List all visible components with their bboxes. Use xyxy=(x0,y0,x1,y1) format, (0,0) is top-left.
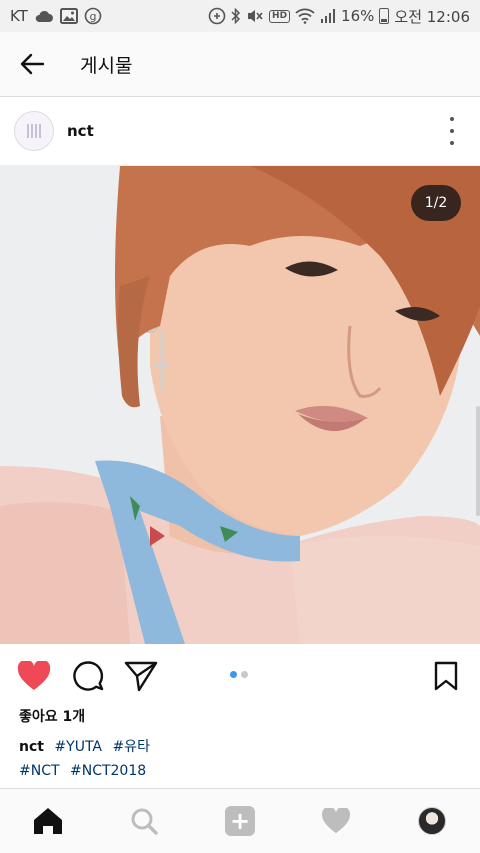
heart-icon xyxy=(321,808,351,834)
app-bar: 게시물 xyxy=(0,32,480,97)
comment-button[interactable] xyxy=(71,659,105,693)
post-username[interactable]: nct xyxy=(67,122,94,140)
scrollbar[interactable] xyxy=(476,406,480,516)
nav-home[interactable] xyxy=(24,797,72,845)
share-button[interactable] xyxy=(124,659,158,693)
gallery-icon xyxy=(59,8,78,24)
caption-line-1: nct #YUTA #유타 xyxy=(19,736,156,756)
hashtag-link[interactable]: #NCT xyxy=(19,763,60,779)
comment-icon xyxy=(73,661,104,691)
caption-line-2: #NCT #NCT2018 xyxy=(19,763,152,779)
nav-search[interactable] xyxy=(120,797,168,845)
page-indicator: 1/2 xyxy=(411,185,461,221)
svg-text:g: g xyxy=(89,10,96,23)
back-arrow-icon xyxy=(20,53,45,75)
add-icon: + xyxy=(225,806,255,836)
sync-icon xyxy=(208,7,226,25)
carrier-label: KT xyxy=(10,7,28,25)
likes-count[interactable]: 좋아요 1개 xyxy=(19,706,85,726)
post-photo[interactable]: 1/2 xyxy=(0,166,480,644)
bluetooth-icon xyxy=(231,8,241,24)
profile-avatar xyxy=(418,807,446,835)
heart-filled-icon xyxy=(17,661,51,690)
page-title: 게시물 xyxy=(80,54,133,77)
post-header: nct xyxy=(0,97,480,166)
bottom-nav: + xyxy=(0,788,480,853)
save-button[interactable] xyxy=(429,659,463,693)
nav-add[interactable]: + xyxy=(216,797,264,845)
cloud-icon xyxy=(34,9,54,23)
hashtag-link[interactable]: #YUTA xyxy=(54,739,102,755)
portrait-image xyxy=(0,166,480,644)
search-icon xyxy=(131,808,158,835)
send-icon xyxy=(124,661,158,692)
battery-icon xyxy=(379,8,390,24)
user-avatar[interactable] xyxy=(14,111,54,151)
post-actions xyxy=(0,645,480,707)
hd-icon: HD xyxy=(269,9,291,23)
carousel-dot-active xyxy=(230,671,237,678)
status-bar: KT g HD 16% 오전 12:06 xyxy=(0,0,480,32)
more-options-button[interactable] xyxy=(446,117,458,145)
mute-icon xyxy=(246,8,264,24)
g-icon: g xyxy=(84,7,102,25)
wifi-icon xyxy=(295,8,315,24)
carousel-indicator xyxy=(230,671,248,678)
hashtag-link[interactable]: #유타 xyxy=(112,739,150,755)
home-icon xyxy=(34,808,62,834)
nav-activity[interactable] xyxy=(312,797,360,845)
back-button[interactable] xyxy=(0,32,64,96)
caption-username[interactable]: nct xyxy=(19,739,44,755)
battery-percent: 16% xyxy=(341,7,375,25)
nav-profile[interactable] xyxy=(408,797,456,845)
signal-icon xyxy=(320,8,336,24)
hashtag-link[interactable]: #NCT2018 xyxy=(70,763,146,779)
nct-logo-icon xyxy=(27,124,41,138)
carousel-dot xyxy=(241,671,248,678)
bookmark-icon xyxy=(434,661,458,691)
clock: 오전 12:06 xyxy=(394,7,470,26)
like-button[interactable] xyxy=(17,659,51,693)
